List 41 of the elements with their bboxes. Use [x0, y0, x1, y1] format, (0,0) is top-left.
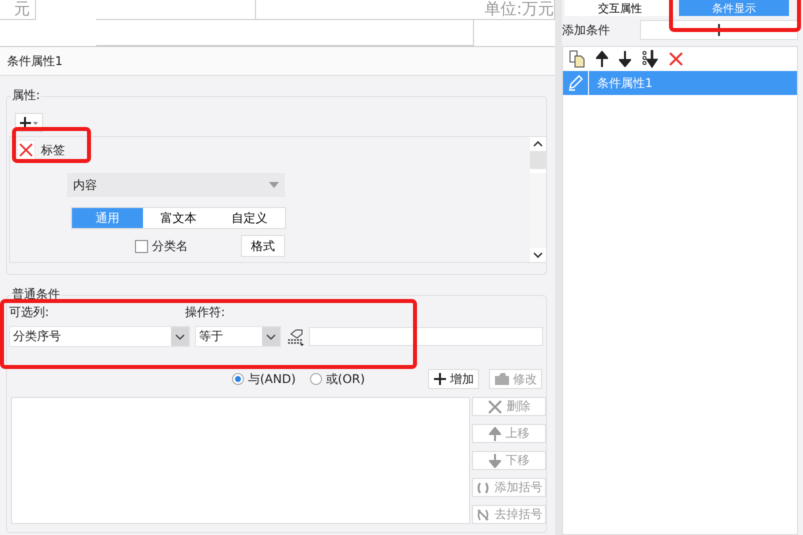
format-button[interactable]: 格式 [241, 235, 285, 257]
panel-title: 条件属性1 [0, 47, 555, 76]
down-arrow-icon [489, 454, 502, 468]
up-arrow-icon [489, 426, 502, 440]
field-label: 可选列: [9, 304, 50, 321]
property-label: 标签 [41, 142, 65, 158]
remove-parentheses-icon [476, 508, 490, 520]
plus-icon [433, 372, 447, 386]
delete-button[interactable] [17, 140, 35, 160]
field-label: 操作符: [185, 304, 226, 321]
move-to-bottom-icon[interactable] [642, 50, 658, 68]
operator-dropdown[interactable]: 等于 [195, 326, 281, 347]
pencil-icon [568, 75, 584, 91]
copy-icon[interactable] [569, 50, 585, 68]
scroll-up-icon[interactable] [533, 141, 543, 147]
scroll-down-icon[interactable] [533, 252, 543, 258]
radio-button[interactable]: 与(AND) [232, 370, 296, 388]
column-dropdown[interactable]: 分类序号 [9, 326, 190, 347]
move-down-icon[interactable] [619, 51, 631, 67]
close-icon [19, 143, 33, 157]
plus-caret-icon [20, 116, 38, 128]
value-type-icon[interactable] [286, 328, 304, 346]
tab[interactable]: 交互属性 [565, 0, 675, 16]
dropdown-arrow-icon [269, 182, 279, 188]
chevron-down-icon [266, 334, 276, 340]
delete-icon [488, 400, 502, 414]
group-label: 属性: [11, 87, 42, 104]
add-condition-label: 添加条件 [562, 22, 610, 38]
chevron-down-icon [175, 334, 185, 340]
value-field[interactable] [309, 327, 543, 346]
move-up-icon[interactable] [596, 51, 608, 67]
action-button[interactable]: 增加 [428, 369, 479, 389]
delete-icon[interactable] [669, 52, 683, 66]
sheet-text: 单位:万元 [484, 0, 554, 19]
content-dropdown[interactable]: 内容 [67, 173, 285, 197]
radio-button[interactable]: 或(OR) [310, 370, 365, 388]
scrollbar[interactable] [530, 137, 546, 262]
scrollbar-thumb[interactable] [530, 151, 546, 169]
sheet-text: 元 [14, 0, 30, 19]
checkbox[interactable]: 分类名 [135, 238, 188, 254]
parentheses-icon [476, 482, 490, 494]
